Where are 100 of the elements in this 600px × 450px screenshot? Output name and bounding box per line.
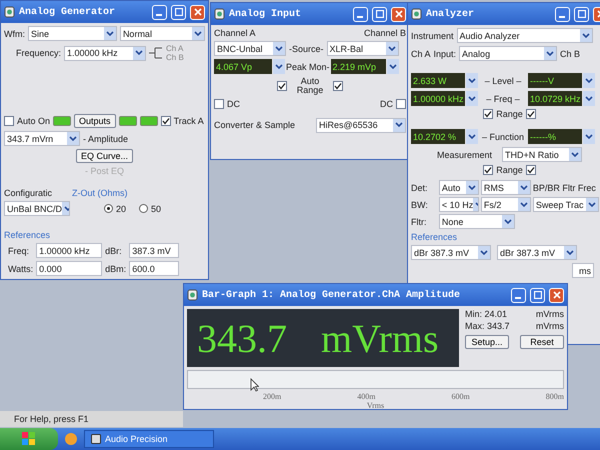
text-field[interactable]: 600.0 [129,261,180,276]
check-icon [162,117,170,125]
close-icon [394,10,402,18]
label: mVrms [536,309,564,319]
outputs-button[interactable]: Outputs [74,114,116,128]
channel-label: Ch B [166,53,184,62]
dropdown[interactable]: Sweep Trac [532,197,599,212]
chevron-down-icon [468,96,476,102]
label: – Level – [484,76,522,86]
label: Configuratic [4,188,52,198]
checkbox[interactable] [526,109,536,119]
chevron-down-icon [564,246,576,259]
radio-button[interactable] [104,204,113,213]
radio-button[interactable] [139,204,148,213]
checkbox[interactable] [214,98,224,109]
label: Channel B [364,28,406,38]
maximize-icon [174,8,182,16]
dropdown[interactable]: HiRes@65536 [316,118,406,133]
dropdown[interactable]: Audio Analyzer [456,28,593,43]
label: Auto On [17,116,50,126]
section-label: References [411,232,458,242]
dropdown[interactable]: 343.7 mVrn [4,131,80,146]
label: DC [380,98,393,109]
label: – Freq – [485,94,521,104]
dropdown[interactable]: None [438,214,515,229]
lcd-readout: 2.219 mVp [330,59,386,74]
dropdown[interactable]: Analog [459,46,558,61]
label: Measurement [436,150,492,160]
label: - Post EQ [84,166,124,176]
checkbox[interactable] [483,109,494,119]
chevron-down-icon [585,96,593,102]
dialog-button[interactable]: Reset [520,335,564,349]
dropdown[interactable]: < 10 Hz [438,197,479,212]
checkbox[interactable] [396,98,406,109]
app-icon [4,6,15,18]
chevron-down-icon [393,118,405,132]
dropdown[interactable]: BNC-Unbal [214,41,286,56]
maximize-icon [578,10,586,18]
lcd-readout: ------% [528,129,582,144]
label: Peak Mon- [286,62,330,72]
checkbox[interactable] [277,81,287,92]
check-icon [484,110,492,118]
lcd-readout: 10.2702 % [411,129,465,144]
dropdown[interactable]: Auto [438,180,479,195]
label: Track A [174,116,204,126]
check-icon [526,166,535,174]
minimize-button[interactable] [555,6,570,22]
checkbox[interactable] [483,165,494,175]
dropdown[interactable]: Fs/2 [480,197,531,212]
dropdown[interactable]: 1.00000 kHz [64,46,146,60]
dropdown[interactable]: RMS [480,180,531,195]
quick-launch-icon[interactable] [64,432,78,446]
label: dBr: [105,246,123,256]
eq-curve-button[interactable]: EQ Curve... [76,149,133,163]
channel-label: Ch A [166,44,184,53]
maximize-button[interactable] [372,6,387,22]
chevron-down-icon [468,134,476,140]
taskbar-button[interactable]: Audio Precision [84,430,214,448]
label: DC [227,98,240,109]
close-button[interactable] [391,6,406,22]
close-button[interactable] [190,4,205,20]
maximize-button[interactable] [530,288,545,302]
dropdown[interactable]: Sine [28,26,117,41]
dropdown[interactable]: THD+N Ratio [502,147,582,162]
dropdown[interactable]: dBr 387.3 mV [411,245,491,260]
start-button[interactable] [0,428,58,450]
text-field[interactable]: ms [572,263,594,278]
dialog-button[interactable]: Setup... [465,335,509,349]
chevron-down-icon [386,42,398,55]
dropdown[interactable]: UnBal BNC/D [4,201,70,216]
minimize-button[interactable] [511,288,526,302]
dropdown[interactable]: Normal [120,26,205,41]
unit-label: Vrms [366,401,384,410]
minimize-button[interactable] [353,6,368,22]
lcd-readout: 2.633 W [411,73,465,88]
dropdown[interactable]: dBr 387.3 mV [497,245,577,260]
label: Input: [434,48,456,58]
close-button[interactable] [549,288,564,302]
text-field[interactable]: 387.3 mV [129,243,180,258]
dropdown[interactable]: XLR-Bal [326,41,399,56]
text-field[interactable]: 1.00000 kHz [36,243,102,258]
maximize-button[interactable] [171,4,186,20]
label: Min: 24.01 [465,309,508,319]
checkbox[interactable] [526,165,536,175]
label: 20 [116,204,126,214]
checkbox[interactable] [160,116,171,126]
checkbox[interactable] [333,81,343,92]
text-field[interactable]: 0.000 [36,261,102,276]
chevron-down-icon [585,134,593,140]
minimize-button[interactable] [152,4,167,20]
chevron-down-icon [569,148,582,161]
checkbox[interactable] [4,116,14,126]
status-bar: For Help, press F1 [0,411,183,427]
label: Converter & Sample [214,120,296,130]
scale-label: 800m [544,392,564,401]
chevron-down-icon [468,78,476,84]
maximize-button[interactable] [574,6,589,22]
lcd-readout: 10.0729 kHz [528,91,582,106]
close-icon [552,291,560,299]
scale-label: 200m [262,392,282,401]
